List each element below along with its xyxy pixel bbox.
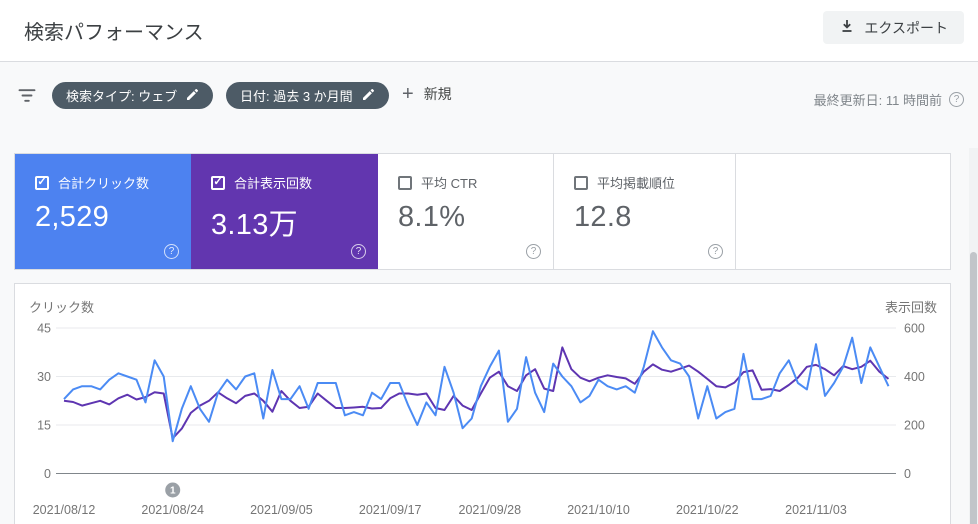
svg-text:600: 600 (904, 322, 925, 336)
plus-icon: + (402, 83, 414, 105)
svg-text:2021/11/03: 2021/11/03 (785, 503, 847, 517)
filter-chip-search-type[interactable]: 検索タイプ: ウェブ (52, 82, 214, 109)
filter-chip-date[interactable]: 日付: 過去 3 か月間 (226, 82, 389, 109)
metric-label: 合計クリック数 (58, 176, 150, 191)
filter-chip-date-label: 日付: 過去 3 か月間 (240, 89, 353, 104)
svg-text:0: 0 (44, 467, 51, 481)
page-header: 検索パフォーマンス エクスポート (0, 0, 978, 62)
download-icon (839, 18, 855, 37)
help-icon[interactable]: ? (949, 92, 964, 107)
help-icon[interactable]: ? (351, 241, 366, 259)
metric-cards-strip: ✓ 合計クリック数 2,529 ? ✓ 合計表示回数 3.13万 ? 平均 CT… (14, 153, 951, 270)
svg-text:2021/09/17: 2021/09/17 (359, 503, 422, 517)
last-updated-status: 最終更新日: 11 時間前 ? (814, 90, 964, 109)
vertical-scrollbar-thumb[interactable] (970, 252, 977, 524)
metric-value: 3.13万 (211, 209, 298, 241)
svg-text:15: 15 (37, 419, 51, 433)
metric-value: 12.8 (574, 201, 632, 233)
svg-text:1: 1 (170, 486, 176, 497)
filter-chip-search-type-label: 検索タイプ: ウェブ (66, 89, 178, 104)
checkbox-checked-icon[interactable]: ✓ (35, 175, 49, 190)
filter-icon[interactable] (18, 88, 36, 108)
edit-pencil-icon[interactable] (362, 88, 375, 104)
content-area: 検索タイプ: ウェブ 日付: 過去 3 か月間 + 新規 最終更新日: 11 時… (0, 63, 978, 524)
metric-card-average-ctr[interactable]: 平均 CTR 8.1% ? (378, 154, 554, 269)
metric-card-filler (736, 154, 950, 269)
metric-label: 平均 CTR (421, 176, 478, 191)
svg-text:2021/10/22: 2021/10/22 (676, 503, 739, 517)
svg-text:30: 30 (37, 370, 51, 384)
page-title: 検索パフォーマンス (24, 22, 204, 44)
svg-text:2021/10/10: 2021/10/10 (567, 503, 630, 517)
metric-card-total-clicks[interactable]: ✓ 合計クリック数 2,529 ? (15, 154, 191, 269)
export-button[interactable]: エクスポート (823, 11, 964, 44)
checkbox-unchecked-icon[interactable] (398, 175, 412, 190)
svg-text:200: 200 (904, 419, 925, 433)
metric-label: 平均掲載順位 (597, 176, 676, 191)
metric-card-total-impressions[interactable]: ✓ 合計表示回数 3.13万 ? (191, 154, 378, 269)
svg-text:400: 400 (904, 370, 925, 384)
svg-text:0: 0 (904, 467, 911, 481)
help-icon[interactable]: ? (526, 241, 541, 259)
new-filter-label: 新規 (423, 86, 452, 102)
performance-chart-svg: 45 600 30 400 15 200 0 0 2021/08/12 2021/08/24 202… (33, 322, 925, 518)
help-icon[interactable]: ? (164, 241, 179, 259)
metric-card-average-position[interactable]: 平均掲載順位 12.8 ? (554, 154, 736, 269)
metric-value: 8.1% (398, 201, 466, 233)
checkbox-unchecked-icon[interactable] (574, 175, 588, 190)
svg-text:2021/08/24: 2021/08/24 (141, 503, 204, 517)
performance-chart-card: クリック数 表示回数 45 600 30 400 15 200 0 0 2021/08/12 20… (14, 283, 951, 524)
vertical-scrollbar-track[interactable] (969, 148, 978, 524)
svg-text:2021/08/12: 2021/08/12 (33, 503, 96, 517)
checkbox-checked-icon[interactable]: ✓ (211, 175, 225, 190)
new-filter-button[interactable]: + 新規 (402, 84, 452, 104)
metric-value: 2,529 (35, 201, 110, 233)
last-updated-text: 最終更新日: 11 時間前 (813, 93, 942, 108)
edit-pencil-icon[interactable] (186, 88, 199, 104)
export-button-label: エクスポート (864, 19, 948, 36)
svg-text:2021/09/05: 2021/09/05 (250, 503, 313, 517)
help-icon[interactable]: ? (708, 241, 723, 259)
svg-text:45: 45 (37, 322, 51, 336)
metric-label: 合計表示回数 (234, 176, 313, 191)
svg-text:2021/09/28: 2021/09/28 (459, 503, 522, 517)
